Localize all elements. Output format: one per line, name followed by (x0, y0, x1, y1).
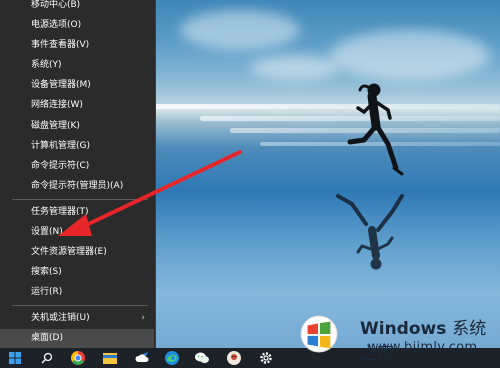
menu-item-settings[interactable]: 设置(N) (0, 223, 154, 241)
menu-item-file-explorer[interactable]: 文件资源管理器(E) (0, 243, 154, 261)
menu-item-shutdown-signout[interactable]: 关机或注销(U) › (0, 309, 154, 327)
windows-logo-icon (9, 352, 21, 364)
runner-silhouette (347, 83, 404, 176)
chevron-right-icon: › (141, 313, 145, 323)
wechat-icon[interactable] (194, 350, 210, 366)
menu-separator (12, 199, 148, 200)
menu-item-command-prompt-admin[interactable]: 命令提示符(管理员)(A) (0, 177, 154, 195)
avatar-app-icon[interactable] (226, 350, 242, 366)
start-context-menu: 移动中心(B) 电源选项(O) 事件查看器(V) 系统(Y) 设备管理器(M) … (0, 0, 156, 348)
weather-icon[interactable] (134, 350, 150, 366)
edge-icon[interactable] (164, 350, 180, 366)
watermark-title: Windows 系统之家 (360, 314, 500, 364)
menu-item-mobility-center[interactable]: 移动中心(B) (0, 0, 154, 14)
runner-reflection (336, 194, 404, 270)
menu-item-system[interactable]: 系统(Y) (0, 56, 154, 74)
windows-flag-logo (300, 315, 338, 353)
search-button[interactable] (32, 348, 62, 368)
menu-item-label: 关机或注销(U) (31, 313, 90, 323)
menu-separator (12, 305, 148, 306)
menu-item-search[interactable]: 搜索(S) (0, 263, 154, 281)
watermark-url: www.bjjmlv.com (368, 340, 478, 355)
menu-item-command-prompt[interactable]: 命令提示符(C) (0, 157, 154, 175)
menu-item-task-manager[interactable]: 任务管理器(T) (0, 203, 154, 221)
menu-item-power-options[interactable]: 电源选项(O) (0, 16, 154, 34)
file-explorer-icon[interactable] (102, 350, 118, 366)
menu-item-event-viewer[interactable]: 事件查看器(V) (0, 36, 154, 54)
watermark-brand: Windows (360, 319, 447, 339)
search-icon (41, 352, 53, 364)
menu-item-run[interactable]: 运行(R) (0, 283, 154, 301)
site-watermark: Windows 系统之家 www.bjjmlv.com (294, 310, 500, 368)
chrome-icon[interactable] (70, 350, 86, 366)
menu-item-computer-management[interactable]: 计算机管理(G) (0, 137, 154, 155)
settings-gear-icon[interactable] (258, 350, 274, 366)
menu-item-device-manager[interactable]: 设备管理器(M) (0, 76, 154, 94)
start-button[interactable] (0, 348, 30, 368)
menu-item-desktop[interactable]: 桌面(D) (0, 329, 154, 348)
menu-item-network-connections[interactable]: 网络连接(W) (0, 96, 154, 114)
menu-item-disk-management[interactable]: 磁盘管理(K) (0, 117, 154, 135)
